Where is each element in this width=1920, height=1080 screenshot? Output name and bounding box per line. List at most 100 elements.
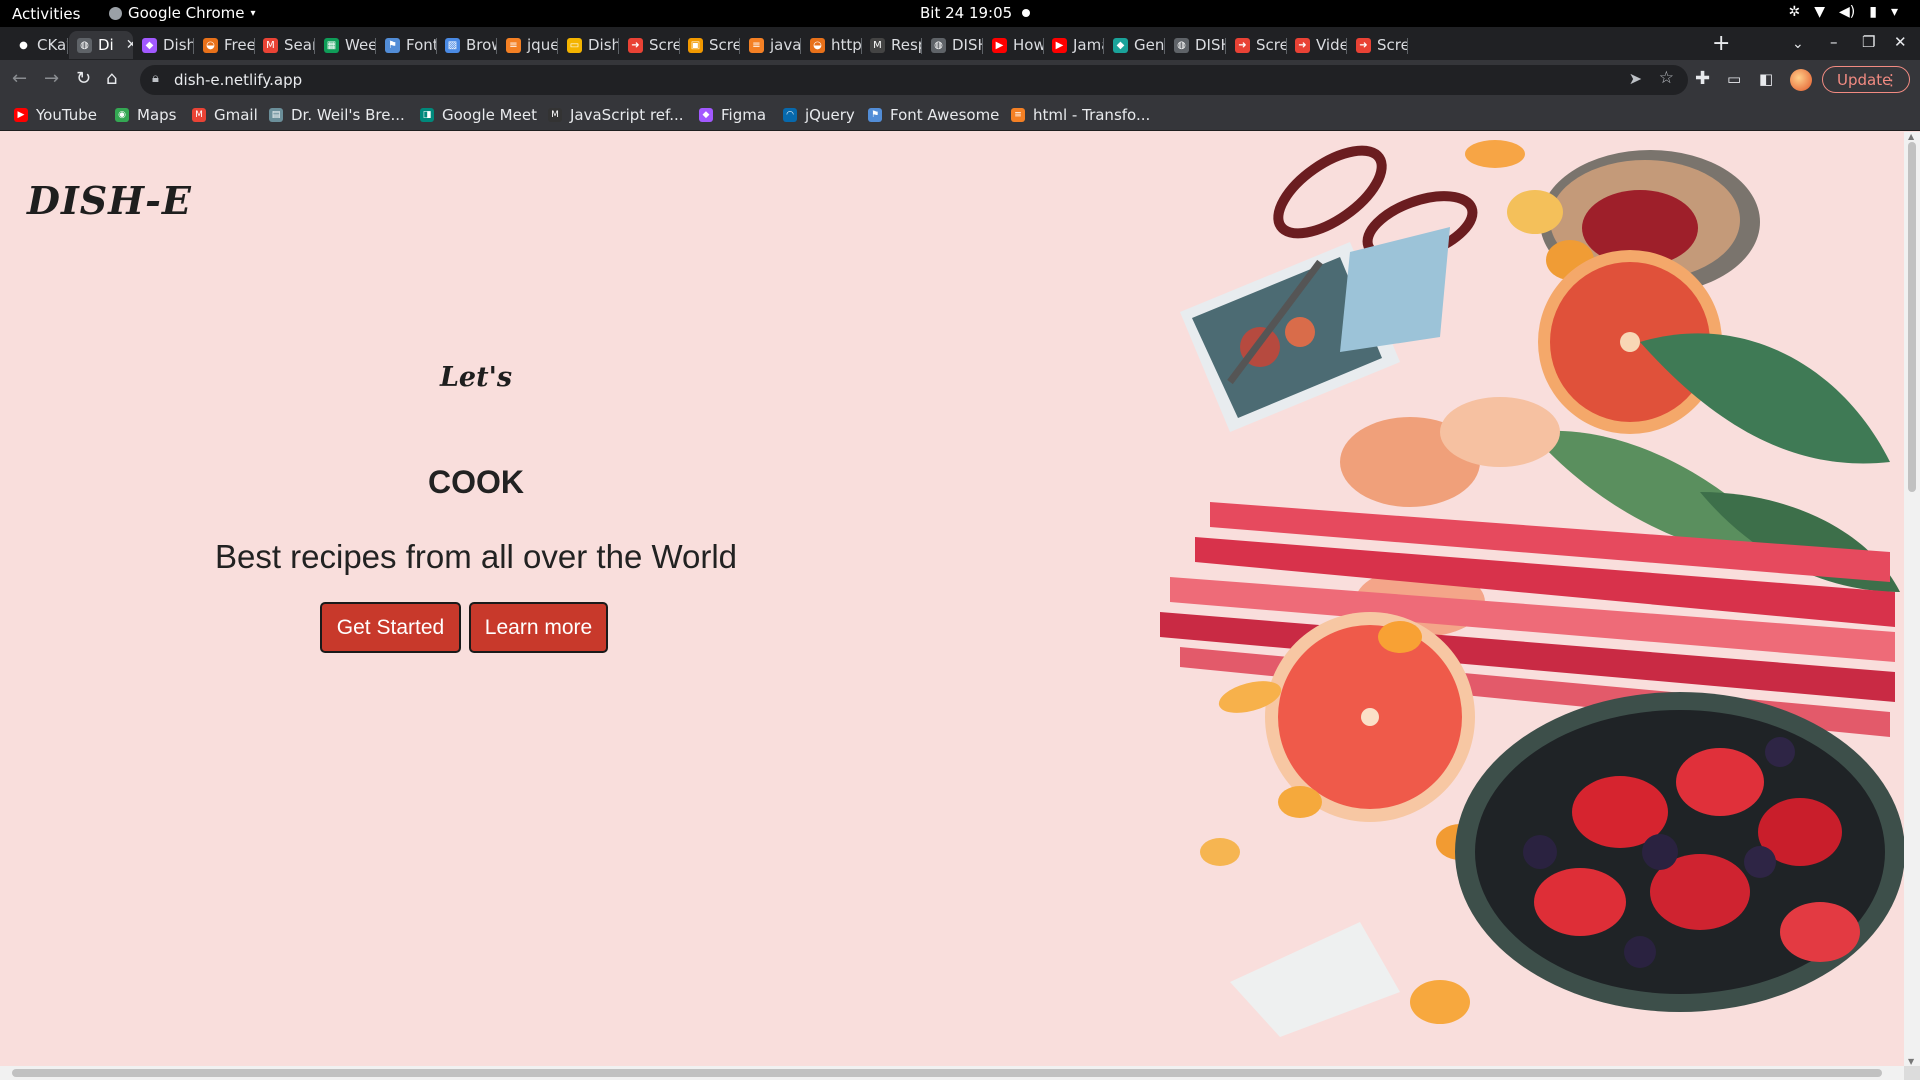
- stackoverflow-icon: ≡: [506, 37, 521, 53]
- bookmark-item[interactable]: M Gmail: [192, 106, 258, 124]
- reload-icon[interactable]: ↻: [76, 68, 91, 89]
- close-tab-icon[interactable]: ✕: [126, 37, 133, 53]
- vertical-scrollbar-thumb[interactable]: [1908, 142, 1916, 492]
- back-icon[interactable]: ←: [12, 68, 27, 89]
- bookmark-item[interactable]: ◆ Figma: [699, 106, 766, 124]
- browser-tab[interactable]: ◍ DISH: [923, 31, 983, 59]
- browser-tab[interactable]: ➜ Scre: [1348, 31, 1408, 59]
- bookmark-item[interactable]: ◉ Maps: [115, 106, 176, 124]
- minimize-icon[interactable]: –: [1830, 33, 1838, 51]
- browser-tab[interactable]: ▣ Scre: [680, 31, 740, 59]
- jquery-icon: ◠: [783, 108, 797, 122]
- activities-button[interactable]: Activities: [12, 5, 80, 23]
- learn-more-button[interactable]: Learn more: [469, 602, 608, 653]
- kebab-menu-icon[interactable]: ⋮: [1884, 71, 1899, 89]
- browser-tab[interactable]: ➜ Scree: [1227, 31, 1287, 59]
- browser-tab[interactable]: ▨ Brow: [437, 31, 497, 59]
- figma-icon: ◆: [142, 37, 157, 53]
- horizontal-scrollbar-thumb[interactable]: [12, 1069, 1882, 1077]
- browser-tab[interactable]: ≡ jquer: [498, 31, 558, 59]
- get-started-button[interactable]: Get Started: [320, 602, 461, 653]
- send-to-device-icon[interactable]: ➤: [1629, 69, 1642, 88]
- clock[interactable]: Bit 24 19:05: [920, 4, 1031, 22]
- close-window-icon[interactable]: ✕: [1894, 33, 1907, 51]
- tab-label: Scree: [649, 36, 680, 54]
- tab-label: jquer: [527, 36, 558, 54]
- browser-tab[interactable]: ▶ How: [984, 31, 1044, 59]
- extensions-icon[interactable]: ✚: [1695, 68, 1710, 89]
- bookmark-item[interactable]: ⚑ Font Awesome: [868, 106, 999, 124]
- browser-tab[interactable]: ◆ Gene: [1105, 31, 1165, 59]
- scroll-down-arrow-icon[interactable]: ▼: [1908, 1057, 1914, 1066]
- food-icon: ◒: [203, 37, 218, 53]
- system-tray[interactable]: ✲ ▼ ◀) ▮ ▾: [1789, 4, 1899, 20]
- screencast-icon: ➜: [1235, 37, 1250, 53]
- maps-icon: ◉: [115, 108, 129, 122]
- tab-label: Dish: [163, 36, 194, 54]
- browser-tab[interactable]: ◆ Dish: [134, 31, 194, 59]
- system-top-bar: Activities Google Chrome ▾ Bit 24 19:05 …: [0, 0, 1920, 27]
- vertical-scrollbar[interactable]: ▲ ▼: [1904, 132, 1920, 1066]
- tab-label: DISH: [952, 36, 983, 54]
- bookmark-star-icon[interactable]: ☆: [1659, 68, 1674, 88]
- browser-tab[interactable]: M Resp: [862, 31, 922, 59]
- app-menu[interactable]: Google Chrome ▾: [109, 4, 256, 22]
- scroll-up-arrow-icon[interactable]: ▲: [1908, 132, 1914, 141]
- browser-tab[interactable]: ➜ Scree: [620, 31, 680, 59]
- site-logo[interactable]: DISH-E: [27, 178, 192, 223]
- orange-slice-shape: [1465, 140, 1525, 168]
- restore-icon[interactable]: ❐: [1862, 33, 1875, 51]
- browser-tab[interactable]: ◒ Free: [195, 31, 255, 59]
- bookmark-item[interactable]: ▶ YouTube: [14, 106, 97, 124]
- bookmark-item[interactable]: ≡ html - Transfo...: [1011, 106, 1150, 124]
- browser-tab[interactable]: ◒ http: [802, 31, 862, 59]
- update-button[interactable]: Update ⋮: [1822, 66, 1910, 93]
- tab-label: Scre: [709, 36, 740, 54]
- tab-label: http: [831, 36, 862, 54]
- browser-tab[interactable]: M Searc: [255, 31, 315, 59]
- cast-icon[interactable]: ▭: [1727, 70, 1741, 88]
- browser-tab[interactable]: ◍ Di ✕: [69, 31, 133, 59]
- tab-label: Brow: [466, 36, 497, 54]
- profile-avatar[interactable]: [1790, 69, 1812, 91]
- tulip-shape: [1440, 397, 1560, 467]
- youtube-icon: ▶: [1052, 37, 1067, 53]
- browser-tab[interactable]: ▦ Weel: [316, 31, 376, 59]
- bookmark-item[interactable]: M JavaScript ref...: [548, 106, 684, 124]
- browser-tab[interactable]: ▶ Jama: [1044, 31, 1104, 59]
- app-menu-label: Google Chrome: [128, 4, 245, 22]
- browser-tab[interactable]: ⚑ Font: [377, 31, 437, 59]
- browser-tab[interactable]: ≡ javas: [741, 31, 801, 59]
- bookmark-label: YouTube: [36, 106, 97, 124]
- side-panel-icon[interactable]: ◧: [1759, 70, 1773, 88]
- lock-icon[interactable]: 🔒︎: [152, 71, 159, 86]
- tab-label: Resp: [891, 36, 922, 54]
- browser-tab[interactable]: ◍ DISH: [1166, 31, 1226, 59]
- tab-label: Jama: [1073, 36, 1104, 54]
- browser-tab[interactable]: ● CKav: [8, 31, 68, 59]
- tab-separator: [557, 38, 558, 54]
- orange-slice-shape: [1507, 190, 1563, 234]
- bookmark-item[interactable]: ▤ Dr. Weil's Bre...: [269, 106, 405, 124]
- url-text[interactable]: dish-e.netlify.app: [174, 71, 302, 89]
- browser-tab[interactable]: ▭ Dish: [559, 31, 619, 59]
- bookmark-label: JavaScript ref...: [570, 106, 684, 124]
- berry-bowl-shape: [1455, 692, 1904, 1012]
- bookmark-icon: ▤: [269, 108, 283, 122]
- horizontal-scrollbar[interactable]: [0, 1066, 1904, 1080]
- browser-tab[interactable]: ➜ Vide: [1287, 31, 1347, 59]
- web-page: DISH-E Let's COOK Best recipes from all …: [0, 132, 1904, 1066]
- image-icon: ▣: [688, 37, 703, 53]
- flag-icon: ⚑: [385, 37, 400, 53]
- bookmark-item[interactable]: ◠ jQuery: [783, 106, 855, 124]
- bookmark-label: Font Awesome: [890, 106, 1000, 124]
- home-icon[interactable]: ⌂: [106, 68, 117, 89]
- forward-icon[interactable]: →: [44, 68, 59, 89]
- new-tab-button[interactable]: +: [1712, 31, 1730, 56]
- orange-slice-shape: [1378, 621, 1422, 653]
- tab-search-icon[interactable]: ⌄: [1792, 36, 1804, 52]
- address-bar[interactable]: 🔒︎ dish-e.netlify.app ➤ ☆: [140, 65, 1688, 95]
- figma-icon: ◆: [699, 108, 713, 122]
- wifi-icon: ▼: [1814, 4, 1826, 20]
- bookmark-item[interactable]: ◨ Google Meet: [420, 106, 537, 124]
